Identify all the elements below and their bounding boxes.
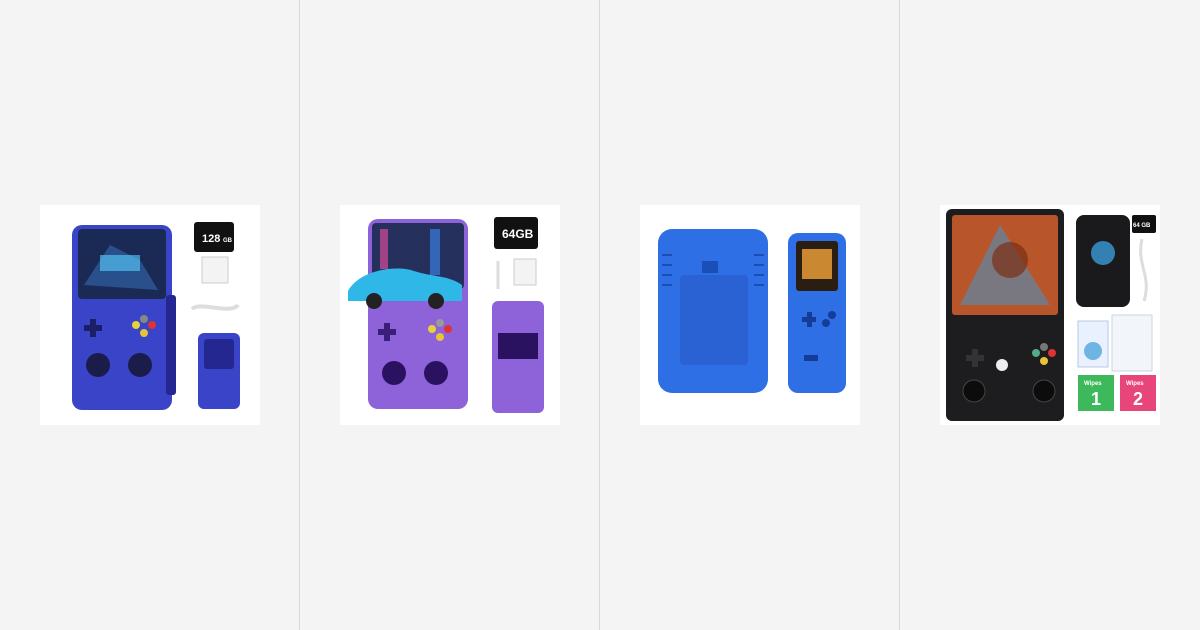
wipes-1-number: 1 (1091, 389, 1101, 409)
product-column-3 (600, 0, 900, 630)
product-image-purple-transparent-handheld: 64GB (348, 217, 544, 413)
product-column-1: 128 GB (0, 0, 300, 630)
home-button-icon (996, 359, 1008, 371)
manual-icon (201, 256, 229, 284)
sd-card-capacity: 64 GB (1133, 223, 1151, 229)
product-image-blue-transparent-handheld: 128 GB (72, 222, 240, 410)
sd-card-capacity: 128 (202, 233, 220, 245)
right-stick-icon (128, 353, 152, 377)
usb-cable-icon (190, 303, 240, 311)
right-stick-icon (424, 361, 448, 385)
left-stick-icon (382, 361, 406, 385)
usb-cable-icon (1139, 238, 1148, 302)
product-column-2: 64GB (300, 0, 600, 630)
wipes-1-label: Wipes (1084, 381, 1102, 387)
sd-card-capacity: 64GB (502, 227, 534, 241)
left-stick-icon (962, 379, 986, 403)
product-column-4: 64 GB Wipes 1 Wipes 2 (900, 0, 1200, 630)
left-stick-icon (86, 353, 110, 377)
product-card-purple-transparent-handheld[interactable]: 64GB (340, 205, 560, 425)
manual-icon (513, 258, 537, 286)
product-grid: 128 GB 64GB 64 GB Wipes 1 Wipes 2 (0, 0, 1200, 630)
product-image-blue-retro-handheld (658, 229, 846, 393)
y-button-icon (132, 321, 140, 329)
wipes-2-number: 2 (1133, 389, 1143, 409)
product-card-black-handheld-bundle[interactable]: 64 GB Wipes 1 Wipes 2 (940, 205, 1160, 425)
product-card-blue-transparent-handheld[interactable]: 128 GB (40, 205, 260, 425)
wipes-2-label: Wipes (1126, 381, 1144, 387)
sd-card-unit: GB (223, 238, 233, 244)
product-image-black-handheld-bundle: 64 GB Wipes 1 Wipes 2 (946, 209, 1156, 421)
product-card-blue-retro-handheld[interactable] (640, 205, 860, 425)
right-stick-icon (1032, 379, 1056, 403)
